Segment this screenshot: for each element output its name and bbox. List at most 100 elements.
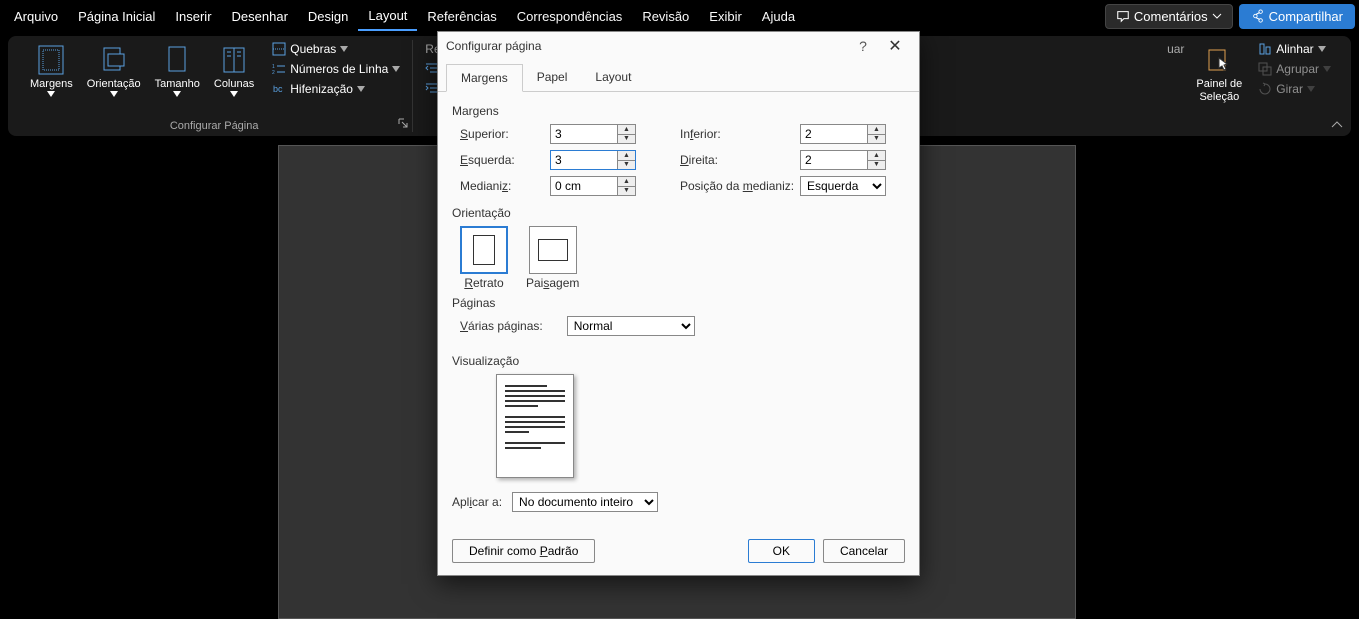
spin-up[interactable]: ▲ (868, 125, 885, 135)
chevron-down-icon (110, 91, 118, 97)
numeros-linha-button[interactable]: 12 Números de Linha (268, 60, 404, 78)
orientation-portrait[interactable]: Retrato (460, 226, 508, 290)
menu-arquivo[interactable]: Arquivo (4, 3, 68, 30)
dialog-titlebar[interactable]: Configurar página ? ✕ (438, 32, 919, 60)
margens-button[interactable]: Margens (24, 40, 79, 99)
label-posicao-medianiz: Posição da medianiz: (680, 179, 800, 193)
menu-exibir[interactable]: Exibir (699, 3, 752, 30)
quebras-button[interactable]: Quebras (268, 40, 404, 58)
tab-margens[interactable]: Margens (446, 64, 523, 92)
size-icon (161, 42, 193, 78)
input-superior[interactable]: ▲▼ (550, 124, 636, 144)
dialog-help-button[interactable]: ? (847, 38, 879, 54)
chevron-down-icon (1212, 11, 1222, 21)
painel-selecao-button[interactable]: Painel deSeleção (1190, 40, 1248, 106)
tab-layout[interactable]: Layout (581, 64, 645, 91)
section-paginas: Páginas (452, 296, 905, 310)
section-margens: Margens (452, 104, 905, 118)
margins-icon (35, 42, 67, 78)
svg-text:2: 2 (272, 70, 275, 76)
partial-uar: uar (1163, 40, 1188, 58)
preview-thumbnail (496, 374, 574, 478)
group-label-page-setup: Configurar Página (170, 118, 259, 132)
columns-icon (218, 42, 250, 78)
input-direita[interactable]: ▲▼ (800, 150, 886, 170)
group-icon (1258, 62, 1272, 76)
label-esquerda: Esquerda: (460, 153, 550, 167)
menu-inserir[interactable]: Inserir (165, 3, 221, 30)
comments-button[interactable]: Comentários (1105, 4, 1233, 29)
menu-correspondencias[interactable]: Correspondências (507, 3, 633, 30)
spin-down[interactable]: ▼ (618, 161, 635, 170)
dialog-close-button[interactable]: ✕ (879, 36, 911, 56)
chevron-down-icon (230, 91, 238, 97)
page-setup-dialog: Configurar página ? ✕ Margens Papel Layo… (437, 31, 920, 576)
chevron-down-icon (357, 86, 365, 92)
chevron-down-icon (173, 91, 181, 97)
chevron-down-icon (1307, 86, 1315, 92)
spin-up[interactable]: ▲ (618, 177, 635, 187)
hyphenation-icon: bc (272, 82, 286, 96)
menu-ajuda[interactable]: Ajuda (752, 3, 805, 30)
share-icon (1251, 9, 1265, 23)
input-medianiz[interactable]: ▲▼ (550, 176, 636, 196)
chevron-down-icon (1323, 66, 1331, 72)
tab-papel[interactable]: Papel (523, 64, 582, 91)
label-varias-paginas: Várias páginas: (460, 319, 543, 333)
input-inferior[interactable]: ▲▼ (800, 124, 886, 144)
label-direita: Direita: (680, 153, 800, 167)
hifenizacao-button[interactable]: bc Hifenização (268, 80, 404, 98)
select-aplicar[interactable]: No documento inteiro (512, 492, 658, 512)
definir-padrao-button[interactable]: Definir como Padrão (452, 539, 595, 563)
label-inferior: Inferior: (680, 127, 800, 141)
menu-design[interactable]: Design (298, 3, 358, 30)
rotate-icon (1258, 82, 1272, 96)
section-orientacao: Orientação (452, 206, 905, 220)
chevron-down-icon (392, 66, 400, 72)
section-visualizacao: Visualização (452, 354, 905, 368)
girar-button[interactable]: Girar (1254, 80, 1335, 98)
menu-layout[interactable]: Layout (358, 2, 417, 31)
input-esquerda[interactable]: ▲▼ (550, 150, 636, 170)
svg-text:bc: bc (273, 84, 283, 94)
spin-up[interactable]: ▲ (618, 151, 635, 161)
comments-label: Comentários (1134, 9, 1208, 24)
share-button[interactable]: Compartilhar (1239, 4, 1355, 29)
menu-desenhar[interactable]: Desenhar (222, 3, 298, 30)
cancelar-button[interactable]: Cancelar (823, 539, 905, 563)
alinhar-button[interactable]: Alinhar (1254, 40, 1335, 58)
spin-down[interactable]: ▼ (868, 135, 885, 144)
chevron-down-icon (1318, 46, 1326, 52)
orientacao-button[interactable]: Orientação (81, 40, 147, 99)
tamanho-button[interactable]: Tamanho (149, 40, 206, 99)
dialog-tabs: Margens Papel Layout (438, 64, 919, 92)
collapse-ribbon-button[interactable] (1331, 120, 1343, 128)
dialog-title: Configurar página (446, 39, 541, 53)
spin-down[interactable]: ▼ (618, 187, 635, 196)
menubar: Arquivo Página Inicial Inserir Desenhar … (0, 0, 1359, 32)
spin-up[interactable]: ▲ (618, 125, 635, 135)
select-posicao-medianiz[interactable]: Esquerda (800, 176, 886, 196)
spin-down[interactable]: ▼ (618, 135, 635, 144)
comment-icon (1116, 9, 1130, 23)
chevron-down-icon (47, 91, 55, 97)
spin-down[interactable]: ▼ (868, 161, 885, 170)
selection-pane-icon (1203, 42, 1235, 78)
label-superior: Superior: (460, 127, 550, 141)
orientation-icon (98, 42, 130, 78)
agrupar-button[interactable]: Agrupar (1254, 60, 1335, 78)
menu-revisao[interactable]: Revisão (632, 3, 699, 30)
line-numbers-icon: 12 (272, 62, 286, 76)
breaks-icon (272, 42, 286, 56)
align-icon (1258, 42, 1272, 56)
ok-button[interactable]: OK (748, 539, 815, 563)
colunas-button[interactable]: Colunas (208, 40, 260, 99)
menu-pagina-inicial[interactable]: Página Inicial (68, 3, 165, 30)
share-label: Compartilhar (1269, 9, 1343, 24)
page-setup-launcher[interactable] (398, 118, 408, 128)
orientation-landscape[interactable]: Paisagem (526, 226, 579, 290)
select-varias-paginas[interactable]: Normal (567, 316, 695, 336)
spin-up[interactable]: ▲ (868, 151, 885, 161)
menu-referencias[interactable]: Referências (417, 3, 506, 30)
label-aplicar: Aplicar a: (452, 495, 502, 509)
